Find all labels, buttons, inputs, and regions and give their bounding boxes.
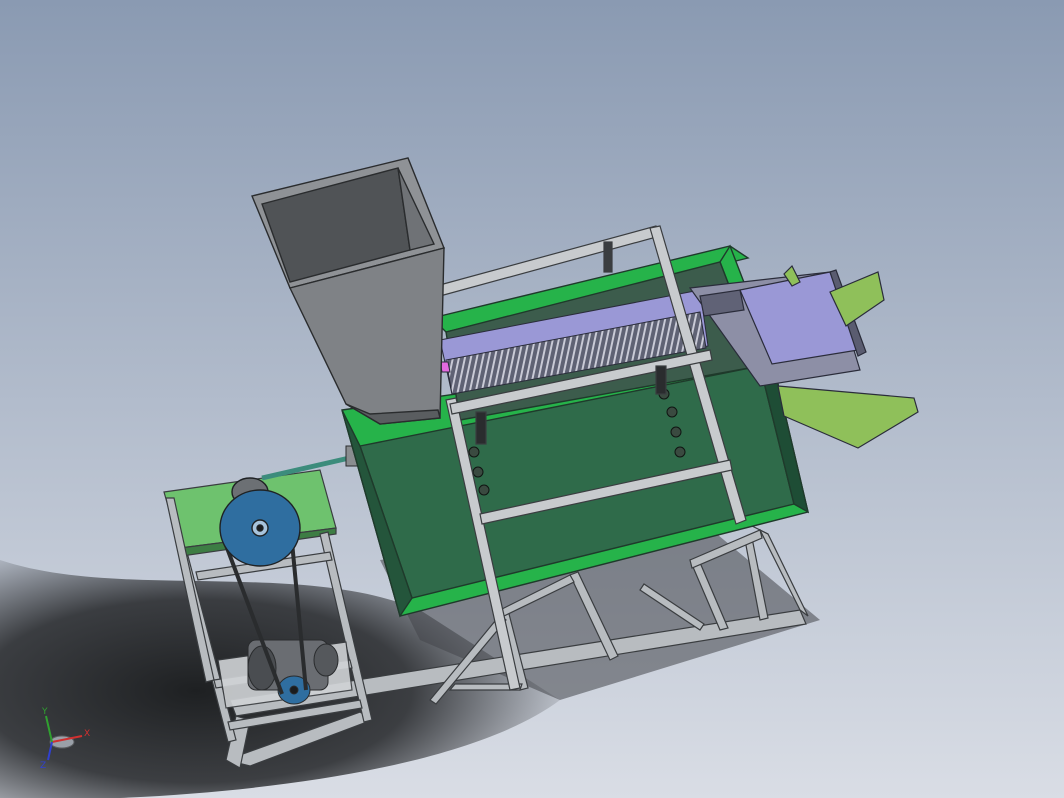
model-scene[interactable]: X Y Z (0, 0, 1064, 798)
axis-x-label: X (84, 729, 90, 739)
axis-y-label: Y (41, 707, 48, 717)
axis-z-label: Z (40, 761, 46, 771)
cad-viewport[interactable]: X Y Z (0, 0, 1064, 798)
